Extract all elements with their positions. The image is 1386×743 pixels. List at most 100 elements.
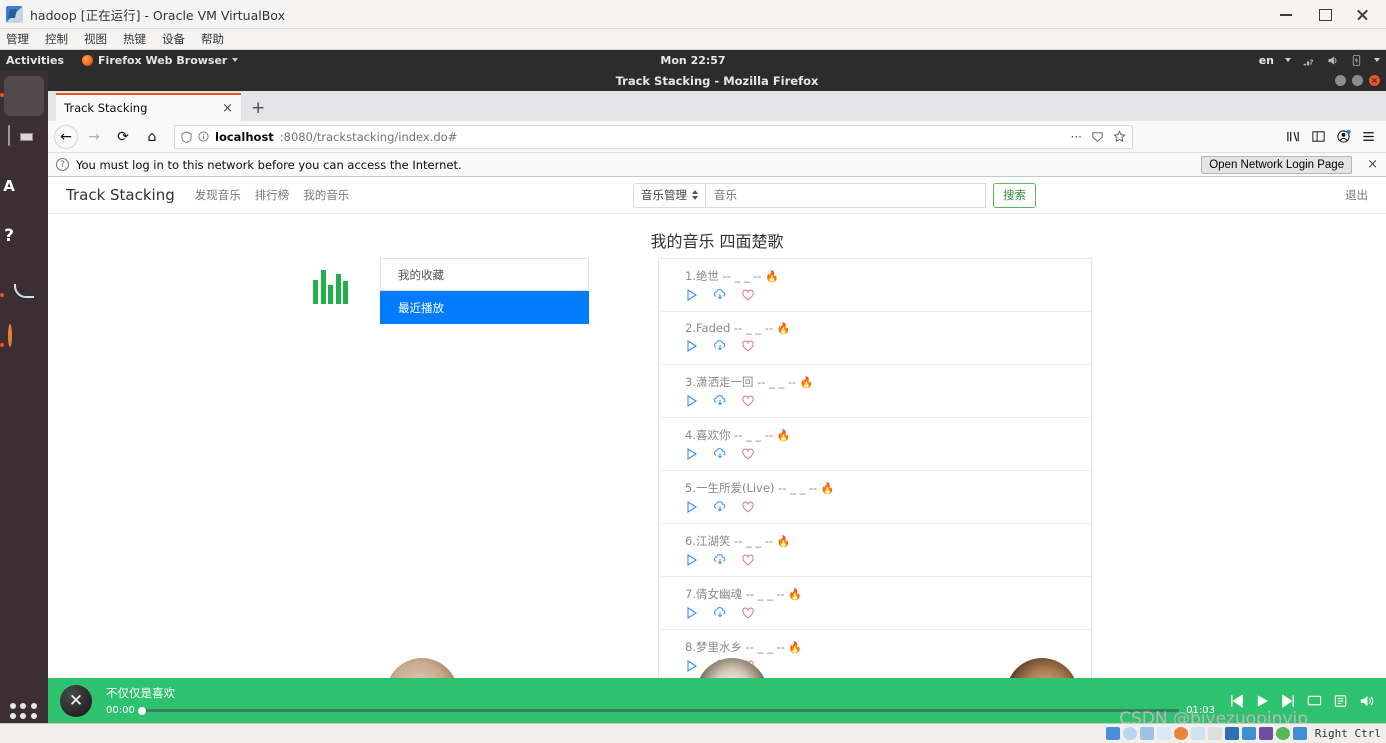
song-row[interactable]: 4.喜欢你 -- _ _ -- 🔥: [659, 418, 1091, 471]
download-icon[interactable]: [713, 553, 727, 567]
firefox-maximize-button[interactable]: [1352, 75, 1363, 86]
favorite-heart-icon[interactable]: [741, 500, 755, 514]
bookmark-star-icon[interactable]: [1113, 129, 1126, 143]
playlist-tab-favorites[interactable]: 我的收藏: [380, 258, 589, 291]
audio-icon[interactable]: [1156, 727, 1171, 740]
previous-track-icon[interactable]: [1229, 693, 1244, 708]
reader-mode-icon[interactable]: [1091, 130, 1104, 143]
browser-tab-track-stacking[interactable]: Track Stacking ×: [56, 93, 241, 121]
player-seek-handle[interactable]: [137, 706, 146, 715]
menu-hamburger-icon[interactable]: [1361, 129, 1376, 144]
chevron-down-icon[interactable]: [1374, 58, 1380, 62]
dock-item-help[interactable]: [4, 226, 44, 266]
menu-item-view[interactable]: 视图: [84, 31, 107, 47]
nav-link-my-music[interactable]: 我的音乐: [303, 187, 349, 203]
download-icon[interactable]: [713, 394, 727, 408]
volume-icon[interactable]: [1359, 694, 1374, 708]
download-icon[interactable]: [713, 500, 727, 514]
page-actions-icon[interactable]: ···: [1071, 130, 1082, 144]
network-icon[interactable]: [1173, 727, 1188, 740]
favorite-heart-icon[interactable]: [741, 553, 755, 567]
host-guest-icon[interactable]: [1275, 727, 1290, 740]
play-icon[interactable]: [685, 500, 699, 514]
screen-icon[interactable]: [1307, 694, 1322, 708]
back-button[interactable]: ←: [54, 124, 78, 149]
firefox-minimize-button[interactable]: [1335, 75, 1346, 86]
play-icon[interactable]: [685, 553, 699, 567]
nav-link-charts[interactable]: 排行榜: [255, 187, 290, 203]
keyboard-layout-label[interactable]: en: [1259, 54, 1274, 67]
activities-button[interactable]: Activities: [6, 54, 64, 67]
hard-disk-icon[interactable]: [1105, 727, 1120, 740]
download-icon[interactable]: [713, 606, 727, 620]
maximize-button[interactable]: [1316, 6, 1332, 22]
song-row[interactable]: 3.潇洒走一回 -- _ _ -- 🔥: [659, 365, 1091, 418]
download-icon[interactable]: [713, 447, 727, 461]
system-status-area[interactable]: en ?: [1259, 54, 1380, 67]
close-player-button[interactable]: ✕: [60, 684, 92, 717]
favorite-heart-icon[interactable]: [741, 339, 755, 353]
song-row[interactable]: 1.绝世 -- _ _ -- 🔥: [659, 259, 1091, 312]
menu-item-devices[interactable]: 设备: [162, 31, 185, 47]
play-icon[interactable]: [685, 394, 699, 408]
dismiss-notification-icon[interactable]: ×: [1359, 157, 1378, 172]
tracking-protection-icon[interactable]: [181, 130, 192, 143]
shared-folders-icon[interactable]: [1207, 727, 1222, 740]
optical-disk-icon[interactable]: [1122, 727, 1137, 740]
play-icon[interactable]: [1255, 694, 1270, 708]
forward-button[interactable]: →: [81, 124, 107, 150]
usb-icon[interactable]: [1190, 727, 1205, 740]
dock-item-mysql-workbench[interactable]: [0, 276, 44, 316]
menu-item-help[interactable]: 帮助: [201, 31, 224, 47]
song-row[interactable]: 6.江湖笑 -- _ _ -- 🔥: [659, 524, 1091, 577]
favorite-heart-icon[interactable]: [741, 606, 755, 620]
new-tab-button[interactable]: +: [241, 98, 275, 121]
search-button[interactable]: 搜索: [993, 182, 1036, 208]
playlist-tab-recently-played[interactable]: 最近播放: [380, 291, 589, 324]
dock-item-software[interactable]: [4, 176, 44, 216]
account-icon[interactable]: [1336, 129, 1351, 144]
recording-icon[interactable]: [1241, 727, 1256, 740]
song-row[interactable]: 5.一生所爱(Live) -- _ _ -- 🔥: [659, 471, 1091, 524]
battery-icon[interactable]: [1350, 54, 1363, 67]
open-network-login-page-button[interactable]: Open Network Login Page: [1201, 155, 1353, 174]
display-icon[interactable]: [1224, 727, 1239, 740]
favorite-heart-icon[interactable]: [741, 288, 755, 302]
playlist-icon[interactable]: [1333, 694, 1348, 708]
menu-item-control[interactable]: 控制: [45, 31, 68, 47]
network-icon[interactable]: ?: [1302, 54, 1315, 67]
home-button[interactable]: ⌂: [139, 124, 165, 150]
song-row[interactable]: 7.倩女幽魂 -- _ _ -- 🔥: [659, 577, 1091, 630]
close-tab-icon[interactable]: ×: [222, 101, 233, 116]
library-icon[interactable]: [1286, 129, 1301, 144]
download-icon[interactable]: [713, 288, 727, 302]
firefox-close-button[interactable]: ×: [1369, 75, 1380, 86]
favorite-heart-icon[interactable]: [741, 394, 755, 408]
play-icon[interactable]: [685, 339, 699, 353]
favorite-heart-icon[interactable]: [741, 447, 755, 461]
search-input[interactable]: [706, 182, 986, 208]
site-brand[interactable]: Track Stacking: [66, 186, 175, 204]
play-icon[interactable]: [685, 288, 699, 302]
logout-link[interactable]: 退出: [1345, 187, 1368, 203]
minimize-button[interactable]: [1278, 6, 1294, 22]
menu-item-manage[interactable]: 管理: [6, 31, 29, 47]
volume-icon[interactable]: [1326, 54, 1339, 67]
current-app-menu[interactable]: Firefox Web Browser: [82, 54, 239, 67]
dock-item-files[interactable]: [4, 125, 44, 166]
play-icon[interactable]: [685, 606, 699, 620]
download-indicator-icon[interactable]: [1292, 727, 1307, 740]
song-row[interactable]: 2.Faded -- _ _ -- 🔥: [659, 312, 1091, 365]
dock-item-firefox[interactable]: [0, 76, 44, 116]
nav-link-discover-music[interactable]: 发现音乐: [195, 187, 241, 203]
player-seek-bar[interactable]: [137, 706, 1180, 715]
floppy-icon[interactable]: [1139, 727, 1154, 740]
dock-item-eclipse[interactable]: [0, 324, 44, 366]
next-track-icon[interactable]: [1281, 693, 1296, 708]
reload-button[interactable]: ⟳: [110, 124, 136, 150]
mouse-integration-icon[interactable]: [1258, 727, 1273, 740]
sidebar-icon[interactable]: [1311, 129, 1326, 144]
download-icon[interactable]: [713, 339, 727, 353]
close-button[interactable]: [1354, 6, 1370, 22]
site-info-icon[interactable]: [198, 131, 209, 142]
